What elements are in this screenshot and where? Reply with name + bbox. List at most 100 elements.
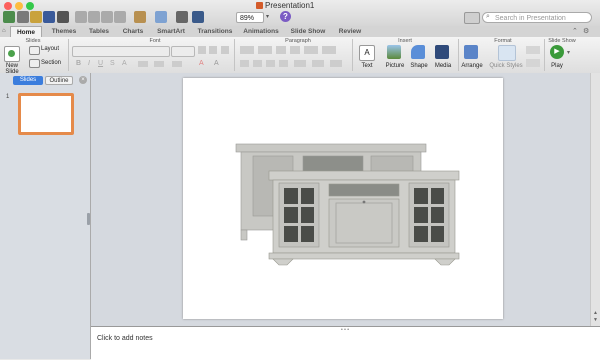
zoom-field[interactable]: 89%: [236, 12, 264, 23]
close-window-button[interactable]: [4, 2, 12, 10]
sidebar-toggle-icon[interactable]: [176, 11, 188, 23]
paste-icon[interactable]: [101, 11, 113, 23]
window-title: Presentation1: [256, 1, 314, 10]
help-icon[interactable]: ?: [280, 11, 291, 22]
tab-home[interactable]: Home: [10, 26, 42, 37]
line-spacing-icon[interactable]: [294, 60, 306, 67]
notes-pane[interactable]: • • • Click to add notes: [91, 326, 600, 360]
align-right-icon[interactable]: [266, 60, 275, 67]
tab-transitions[interactable]: Transitions: [194, 26, 236, 37]
bold-icon[interactable]: B: [76, 60, 81, 67]
undo-icon[interactable]: [155, 11, 167, 23]
cut-icon[interactable]: [75, 11, 87, 23]
group-label-font: Font: [149, 38, 161, 44]
ribbon-expand-icon[interactable]: ⌃: [572, 27, 578, 35]
clear-formatting-icon[interactable]: [221, 46, 229, 54]
shape-button[interactable]: Shape: [408, 63, 430, 69]
underline-icon[interactable]: U: [98, 60, 103, 67]
templates-icon[interactable]: [17, 11, 29, 23]
insert-image-icon[interactable]: [134, 11, 146, 23]
picture-button[interactable]: Picture: [383, 63, 407, 69]
ribbon-divider: [234, 39, 235, 71]
shadow-icon[interactable]: S: [110, 60, 115, 67]
search-scope-icon[interactable]: [464, 12, 480, 24]
print-icon[interactable]: [57, 11, 69, 23]
font-size-select[interactable]: [171, 46, 195, 57]
ribbon-settings-icon[interactable]: ⚙: [583, 27, 589, 35]
media-button[interactable]: Media: [433, 63, 453, 69]
tab-animations[interactable]: Animations: [240, 26, 282, 37]
numbering-icon[interactable]: [258, 46, 272, 54]
group-label-paragraph: Paragraph: [285, 38, 311, 44]
slideshow-view-icon[interactable]: [192, 11, 204, 23]
shape-line-icon[interactable]: [526, 59, 540, 67]
change-case-icon[interactable]: [154, 61, 164, 67]
title-bar: Presentation1 89% ▾ ? Search in Presenta…: [0, 0, 600, 27]
play-options-chevron-icon[interactable]: ▾: [567, 49, 570, 56]
powerpoint-icon: [256, 2, 263, 9]
tab-tables[interactable]: Tables: [84, 26, 114, 37]
slide[interactable]: [183, 78, 503, 319]
align-center-icon[interactable]: [253, 60, 262, 67]
shrink-font-icon[interactable]: [209, 46, 217, 54]
smartart-convert-icon[interactable]: [330, 60, 342, 67]
copy-icon[interactable]: [88, 11, 100, 23]
tab-outline[interactable]: Outline: [45, 76, 73, 85]
justify-icon[interactable]: [279, 60, 288, 67]
superscript-icon[interactable]: [138, 61, 148, 67]
italic-icon[interactable]: I: [88, 60, 90, 67]
arrange-button[interactable]: Arrange: [459, 63, 485, 69]
strikethrough-icon[interactable]: A: [122, 60, 127, 67]
font-name-select[interactable]: [72, 46, 170, 57]
shape-fill-icon[interactable]: [526, 46, 540, 54]
search-input[interactable]: Search in Presentation: [482, 12, 592, 23]
slide-thumbnail[interactable]: [18, 93, 74, 135]
align-text-icon[interactable]: [312, 60, 324, 67]
previous-slide-icon[interactable]: ▲: [593, 310, 598, 316]
zoom-dropdown-icon[interactable]: ▾: [266, 13, 269, 20]
layout-button[interactable]: Layout: [41, 46, 59, 52]
shape-icon: [411, 45, 425, 59]
ribbon-collapse-icon[interactable]: ⌂: [2, 28, 6, 34]
tab-smartart[interactable]: SmartArt: [152, 26, 190, 37]
grow-font-icon[interactable]: [198, 46, 206, 54]
columns-icon[interactable]: [322, 46, 336, 54]
new-presentation-icon[interactable]: [3, 11, 15, 23]
panel-resize-handle[interactable]: [87, 213, 90, 225]
decrease-indent-icon[interactable]: [276, 46, 286, 54]
save-icon[interactable]: [43, 11, 55, 23]
ribbon-divider: [544, 39, 545, 71]
ribbon-divider: [68, 39, 69, 71]
ribbon-divider: [352, 39, 353, 71]
ribbon: Slides Font Paragraph Insert Format Slid…: [0, 37, 600, 75]
tab-slide-show[interactable]: Slide Show: [286, 26, 330, 37]
text-direction-icon[interactable]: [304, 46, 318, 54]
tab-slides[interactable]: Slides: [13, 76, 43, 85]
highlight-icon[interactable]: A: [214, 60, 219, 67]
tv-console-picture[interactable]: [183, 78, 503, 319]
quick-styles-button[interactable]: Quick Styles: [488, 63, 524, 69]
text-button[interactable]: Text: [357, 63, 377, 69]
minimize-window-button[interactable]: [15, 2, 23, 10]
increase-indent-icon[interactable]: [290, 46, 300, 54]
font-color-icon[interactable]: A: [199, 60, 204, 67]
play-button[interactable]: Play: [547, 63, 567, 69]
vertical-scrollbar[interactable]: ▲ ▼: [590, 73, 600, 326]
tab-review[interactable]: Review: [334, 26, 366, 37]
next-slide-icon[interactable]: ▼: [593, 317, 598, 323]
zoom-window-button[interactable]: [26, 2, 34, 10]
open-icon[interactable]: [30, 11, 42, 23]
play-icon: ▶: [550, 45, 564, 59]
notes-placeholder: Click to add notes: [97, 335, 153, 342]
character-spacing-icon[interactable]: [172, 61, 182, 67]
tab-themes[interactable]: Themes: [46, 26, 82, 37]
format-painter-icon[interactable]: [114, 11, 126, 23]
align-left-icon[interactable]: [240, 60, 249, 67]
section-button[interactable]: Section: [41, 60, 61, 66]
text-box-icon: A: [359, 45, 375, 61]
bullets-icon[interactable]: [240, 46, 254, 54]
notes-resize-handle[interactable]: • • •: [341, 327, 349, 333]
close-panel-icon[interactable]: ×: [79, 76, 87, 84]
new-slide-icon[interactable]: [4, 46, 20, 62]
tab-charts[interactable]: Charts: [118, 26, 148, 37]
